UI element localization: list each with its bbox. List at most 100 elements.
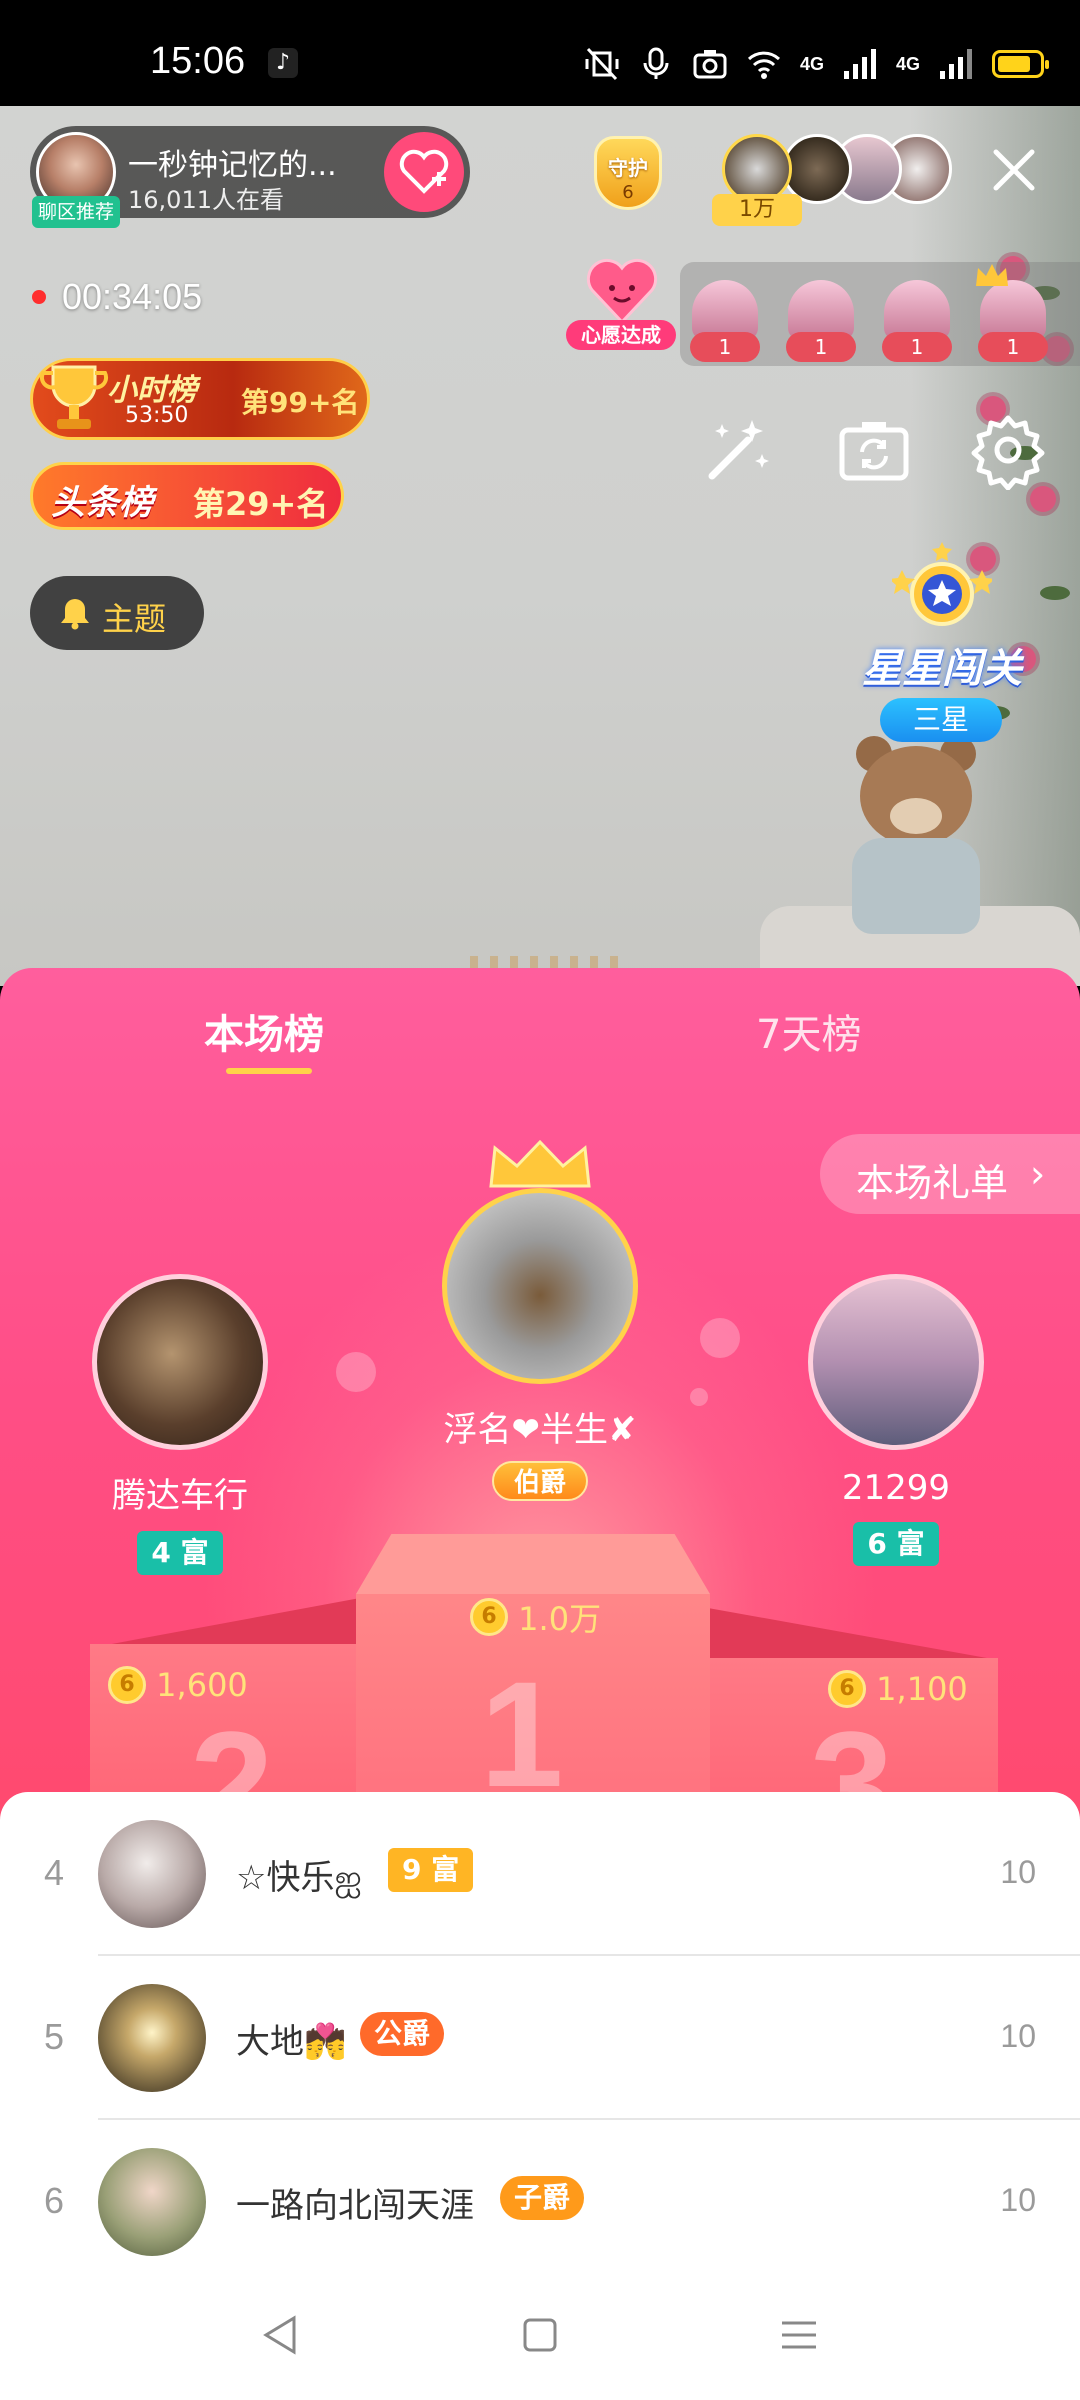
rank-number: 6 <box>44 2180 65 2221</box>
camera-icon <box>693 50 727 79</box>
user-name: 大地💏 <box>236 2022 347 2062</box>
close-icon[interactable] <box>984 140 1044 200</box>
hour-rank-countdown: 53:50 <box>125 403 189 428</box>
flip-camera-icon[interactable] <box>834 410 914 490</box>
trophy-icon <box>39 365 109 429</box>
tab-indicator <box>226 1068 312 1074</box>
star-challenge-title: 星星闯关 <box>862 646 1022 692</box>
avatar[interactable] <box>808 1274 984 1450</box>
gift-list-label: 本场礼单 <box>856 1161 1009 1205</box>
star-challenge[interactable]: 星星闯关 三星 <box>842 540 1042 750</box>
tiktok-icon: ♪ <box>268 48 298 78</box>
signal-icon <box>940 49 972 79</box>
gift-slot[interactable]: 1 <box>786 280 856 362</box>
podium-third-name: 21299 <box>841 1468 951 1508</box>
contribution-value: 10 <box>1000 1854 1036 1890</box>
status-icons: 4G 4G <box>584 44 1049 84</box>
list-item[interactable]: 5 大地💏 公爵 10 <box>0 1956 1080 2120</box>
tab-7-days[interactable]: 7天榜 <box>756 1002 861 1060</box>
bell-icon <box>61 599 89 630</box>
gift-slots: 1 1 1 1 <box>680 262 1080 366</box>
wealth-badge: 4 富 <box>137 1531 223 1575</box>
wealth-badge: 9 富 <box>388 1848 474 1892</box>
rank-number: 5 <box>44 2016 65 2057</box>
contribution-value: 10 <box>1000 2018 1036 2054</box>
rank-number: 4 <box>44 1852 65 1893</box>
podium-second-value: 6 1,600 <box>108 1664 248 1704</box>
star-challenge-level: 三星 <box>880 698 1002 742</box>
gift-list-button[interactable]: 本场礼单 › <box>820 1134 1080 1214</box>
coin-icon: 6 <box>828 1670 866 1708</box>
podium-user-first[interactable]: 浮名❤半生✘ 伯爵 <box>400 1138 680 1501</box>
live-timer: 00:34:05 <box>62 276 203 317</box>
podium-second-amount: 1,600 <box>156 1666 248 1704</box>
avatar[interactable] <box>442 1188 638 1384</box>
wish-label: 心愿达成 <box>566 320 676 350</box>
star-emblem-icon <box>892 542 992 626</box>
podium-third-amount: 1,100 <box>876 1670 968 1708</box>
gift-count: 1 <box>786 332 856 362</box>
guard-badge[interactable]: 守护 6 <box>584 130 672 216</box>
hour-rank-badge[interactable]: 小时榜 53:50 第99+名 <box>30 358 370 440</box>
avatar[interactable] <box>98 1820 206 1928</box>
follow-button[interactable] <box>384 132 464 212</box>
network-label: 4G <box>799 53 824 74</box>
podium-first-amount: 1.0万 <box>518 1600 602 1638</box>
mute-vibrate-icon <box>585 47 619 81</box>
viewer-contribution-badge: 1万 <box>712 194 802 226</box>
coin-icon: 6 <box>108 1666 146 1704</box>
wish-badge[interactable]: 心愿达成 <box>566 254 676 354</box>
hour-rank-position: 第99+名 <box>241 386 360 419</box>
live-dot <box>32 290 46 304</box>
heart-plus-icon <box>399 149 449 194</box>
list-item[interactable]: 4 ☆快乐ஐ 9 富 10 <box>0 1792 1080 1956</box>
bubble-decoration <box>700 1318 740 1358</box>
back-icon[interactable] <box>256 2310 306 2360</box>
podium-user-second[interactable]: 腾达车行 4 富 <box>80 1274 280 1575</box>
wealth-badge: 6 富 <box>853 1522 939 1566</box>
magic-wand-icon[interactable] <box>698 410 778 490</box>
viewer-avatars[interactable]: 1万 <box>712 134 962 230</box>
guard-count: 6 <box>622 182 634 203</box>
noble-badge: 公爵 <box>360 2012 445 2056</box>
avatar[interactable] <box>92 1274 268 1450</box>
network-label: 4G <box>895 53 920 74</box>
tab-current-session[interactable]: 本场榜 <box>204 1002 324 1060</box>
battery-fill <box>998 56 1030 72</box>
home-icon[interactable] <box>515 2310 565 2360</box>
wifi-icon <box>747 51 780 79</box>
recents-icon[interactable] <box>774 2310 824 2360</box>
podium-first-top <box>356 1534 710 1594</box>
status-bar: 15:06 ♪ 4G 4G <box>0 0 1080 106</box>
gift-count: 1 <box>978 332 1048 362</box>
crown-icon <box>976 264 1008 286</box>
gift-slot[interactable]: 1 <box>978 280 1048 362</box>
status-time: 15:06 <box>150 40 246 82</box>
podium-user-third[interactable]: 21299 6 富 <box>796 1274 996 1566</box>
crown-icon <box>489 1139 591 1188</box>
list-item[interactable]: 6 一路向北闯天涯 子爵 10 <box>0 2120 1080 2284</box>
bubble-decoration <box>336 1352 376 1392</box>
topic-button[interactable]: 主题 <box>30 576 204 650</box>
gift-slot[interactable]: 1 <box>882 280 952 362</box>
navigation-bar <box>0 2270 1080 2400</box>
podium-first-name: 浮名❤半生✘ <box>443 1410 637 1450</box>
chevron-right-icon: › <box>1030 1152 1046 1196</box>
recommend-tag: 聊区推荐 <box>32 196 120 228</box>
gift-slot[interactable]: 1 <box>690 280 760 362</box>
noble-badge: 子爵 <box>500 2176 585 2220</box>
podium-second-name: 腾达车行 <box>112 1476 248 1516</box>
headline-rank-title: 头条榜 <box>51 483 153 523</box>
contribution-value: 10 <box>1000 2182 1036 2218</box>
avatar[interactable] <box>98 2148 206 2256</box>
viewer-count: 16,011人在看 <box>128 186 284 214</box>
anchor-name: 一秒钟记忆的... <box>128 148 337 183</box>
headline-rank-badge[interactable]: 头条榜 第29+名 <box>30 462 344 530</box>
gift-count: 1 <box>882 332 952 362</box>
gear-icon[interactable] <box>968 410 1048 490</box>
noble-badge: 伯爵 <box>491 1461 588 1501</box>
user-name: ☆快乐ஐ <box>236 1858 362 1898</box>
avatar[interactable] <box>98 1984 206 2092</box>
headline-rank-position: 第29+名 <box>193 485 329 523</box>
teddy-bear <box>842 736 992 946</box>
